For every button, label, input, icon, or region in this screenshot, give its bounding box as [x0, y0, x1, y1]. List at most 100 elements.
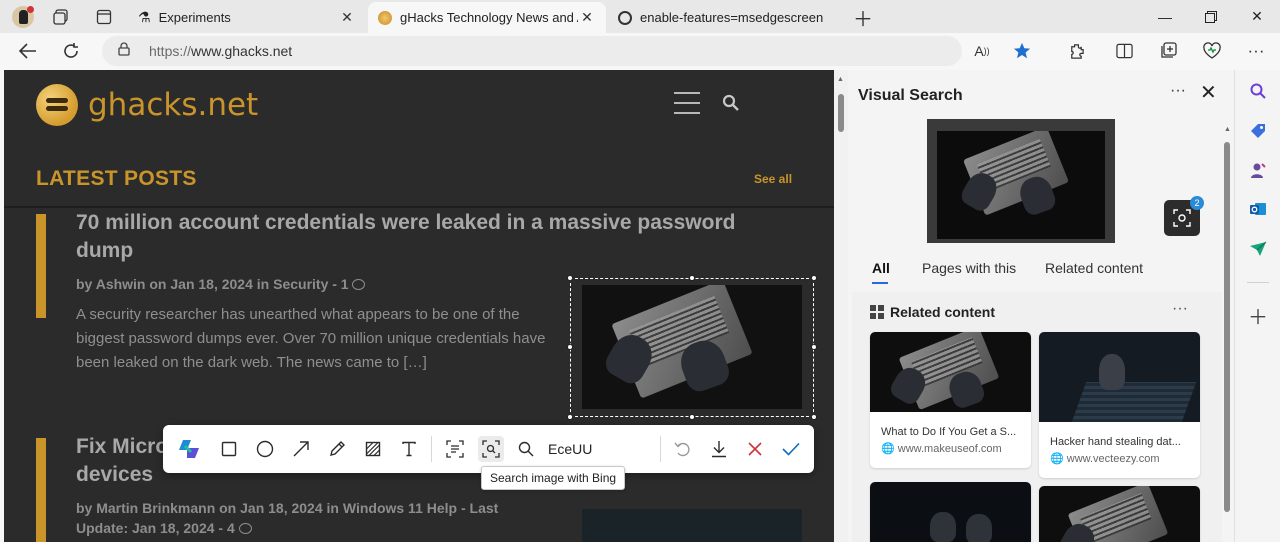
undo-icon[interactable]: [671, 437, 695, 461]
card-title: What to Do If You Get a S...: [881, 426, 1017, 438]
address-bar[interactable]: https://www.ghacks.net: [102, 36, 962, 66]
ghacks-logo-icon[interactable]: [36, 84, 78, 126]
text-tool-icon[interactable]: [397, 437, 421, 461]
card-source-text: www.makeuseof.com: [897, 443, 1002, 455]
sidebar-outlook-icon[interactable]: [1247, 198, 1269, 220]
favorite-star-icon[interactable]: [1008, 37, 1036, 65]
site-logo-text[interactable]: ghacks.net: [88, 87, 258, 123]
url-text[interactable]: https://www.ghacks.net: [149, 43, 292, 59]
resize-handle[interactable]: [811, 275, 817, 281]
capture-selection-box[interactable]: [567, 275, 817, 420]
tab-related-content[interactable]: Related content: [1045, 260, 1143, 276]
workspaces-icon[interactable]: [48, 4, 74, 30]
hamburger-menu-icon[interactable]: [674, 92, 700, 114]
lens-count-badge: 2: [1190, 196, 1204, 210]
tab-pages-with-this[interactable]: Pages with this: [922, 260, 1016, 276]
resize-handle[interactable]: [811, 414, 817, 420]
scrollbar-thumb[interactable]: [838, 94, 844, 132]
post-excerpt-1: A security researcher has unearthed what…: [76, 306, 546, 371]
resize-handle[interactable]: [567, 414, 573, 420]
rectangle-tool-icon[interactable]: [217, 437, 241, 461]
sidebar-tools-icon[interactable]: [1247, 160, 1269, 182]
resize-handle[interactable]: [567, 344, 573, 350]
related-card[interactable]: [1039, 486, 1200, 542]
close-icon[interactable]: ✕: [578, 9, 596, 26]
blur-tool-icon[interactable]: [361, 437, 385, 461]
card-title: Hacker hand stealing dat...: [1050, 436, 1181, 448]
lens-icon: [1173, 209, 1191, 227]
post-thumbnail-2[interactable]: [582, 509, 802, 542]
pen-tool-icon[interactable]: [325, 437, 349, 461]
search-image-preview[interactable]: [927, 119, 1115, 243]
extensions-icon[interactable]: [1062, 37, 1090, 65]
post-accent-bar: [36, 438, 46, 542]
restore-icon[interactable]: [1188, 0, 1234, 33]
card-image: [870, 482, 1031, 542]
back-arrow-icon[interactable]: [14, 37, 42, 65]
post-title-line: devices: [76, 463, 154, 486]
tab-actions-icon[interactable]: [91, 4, 117, 30]
related-card[interactable]: [870, 482, 1031, 542]
resize-handle[interactable]: [689, 414, 695, 420]
related-card[interactable]: Hacker hand stealing dat... 🌐 www.vectee…: [1039, 332, 1200, 478]
cancel-icon[interactable]: [743, 437, 767, 461]
post-meta-1: by Ashwin on Jan 18, 2024 in Security - …: [76, 274, 366, 294]
sidebar-drop-icon[interactable]: [1247, 238, 1269, 260]
related-more-options-icon[interactable]: ···: [1172, 300, 1188, 318]
tab-ghacks[interactable]: gHacks Technology News and Ad ✕: [368, 2, 606, 33]
confirm-check-icon[interactable]: [779, 437, 803, 461]
resize-handle[interactable]: [811, 344, 817, 350]
toolbar-separator: [660, 436, 661, 462]
sidebar-search-icon[interactable]: [1247, 80, 1269, 102]
copilot-icon[interactable]: [177, 437, 201, 461]
sidebar-shopping-icon[interactable]: [1247, 120, 1269, 142]
browser-essentials-icon[interactable]: [1198, 37, 1226, 65]
window-close-icon[interactable]: ✕: [1234, 0, 1280, 33]
minimize-icon[interactable]: —: [1142, 0, 1188, 33]
post-title-1[interactable]: 70 million account credentials were leak…: [76, 209, 735, 265]
pane-scrollbar[interactable]: ▲: [1222, 122, 1234, 542]
see-all-link[interactable]: See all: [754, 172, 792, 186]
site-search-icon[interactable]: [722, 94, 740, 112]
resize-handle[interactable]: [567, 275, 573, 281]
lock-icon[interactable]: [118, 42, 130, 59]
comment-icon[interactable]: [352, 279, 366, 290]
page-scrollbar[interactable]: ▲: [834, 70, 848, 542]
visual-search-pane: Visual Search ··· ✕ 2 All Pages with thi…: [848, 70, 1234, 542]
close-pane-icon[interactable]: ✕: [1200, 80, 1217, 105]
comment-icon[interactable]: [238, 523, 252, 534]
related-card[interactable]: What to Do If You Get a S... 🌐 www.makeu…: [870, 332, 1031, 468]
arrow-tool-icon[interactable]: [289, 437, 313, 461]
card-source: 🌐 www.makeuseof.com: [870, 438, 1031, 455]
tab-experiments[interactable]: ⚗ Experiments ✕: [128, 2, 366, 33]
tab-all[interactable]: All: [872, 260, 890, 276]
url-host: www.ghacks.net: [191, 43, 293, 59]
post-title-2[interactable]: Fix Micro devices: [76, 433, 168, 489]
refresh-icon[interactable]: [57, 37, 85, 65]
sidebar-add-icon[interactable]: ＋: [1247, 304, 1269, 329]
new-tab-icon[interactable]: ＋: [850, 4, 876, 31]
tooltip: Search image with Bing: [481, 466, 626, 490]
split-screen-icon[interactable]: [1110, 37, 1138, 65]
visual-search-icon[interactable]: [478, 436, 504, 462]
scrollbar-thumb[interactable]: [1224, 142, 1230, 512]
visual-search-input[interactable]: EceUU: [548, 441, 592, 457]
collections-icon[interactable]: [1154, 37, 1182, 65]
close-icon[interactable]: ✕: [338, 9, 356, 26]
card-image: [870, 332, 1031, 412]
post-meta-2: by Martin Brinkmann on Jan 18, 2024 in W…: [76, 498, 498, 538]
read-aloud-icon[interactable]: A)): [968, 37, 996, 65]
profile-avatar[interactable]: [10, 4, 36, 30]
more-options-icon[interactable]: ···: [1170, 82, 1186, 100]
download-icon[interactable]: [707, 437, 731, 461]
ellipse-tool-icon[interactable]: [253, 437, 277, 461]
tab-enable-features[interactable]: enable-features=msedgescreen: [608, 2, 846, 33]
toolbar-separator: [431, 436, 432, 462]
visual-search-lens-button[interactable]: 2: [1164, 196, 1204, 236]
card-source-text: www.vecteezy.com: [1066, 453, 1160, 465]
globe-icon: 🌐: [881, 443, 895, 455]
extract-text-icon[interactable]: [443, 437, 467, 461]
settings-more-icon[interactable]: ···: [1242, 37, 1270, 65]
section-title: LATEST POSTS: [36, 167, 197, 190]
resize-handle[interactable]: [689, 275, 695, 281]
